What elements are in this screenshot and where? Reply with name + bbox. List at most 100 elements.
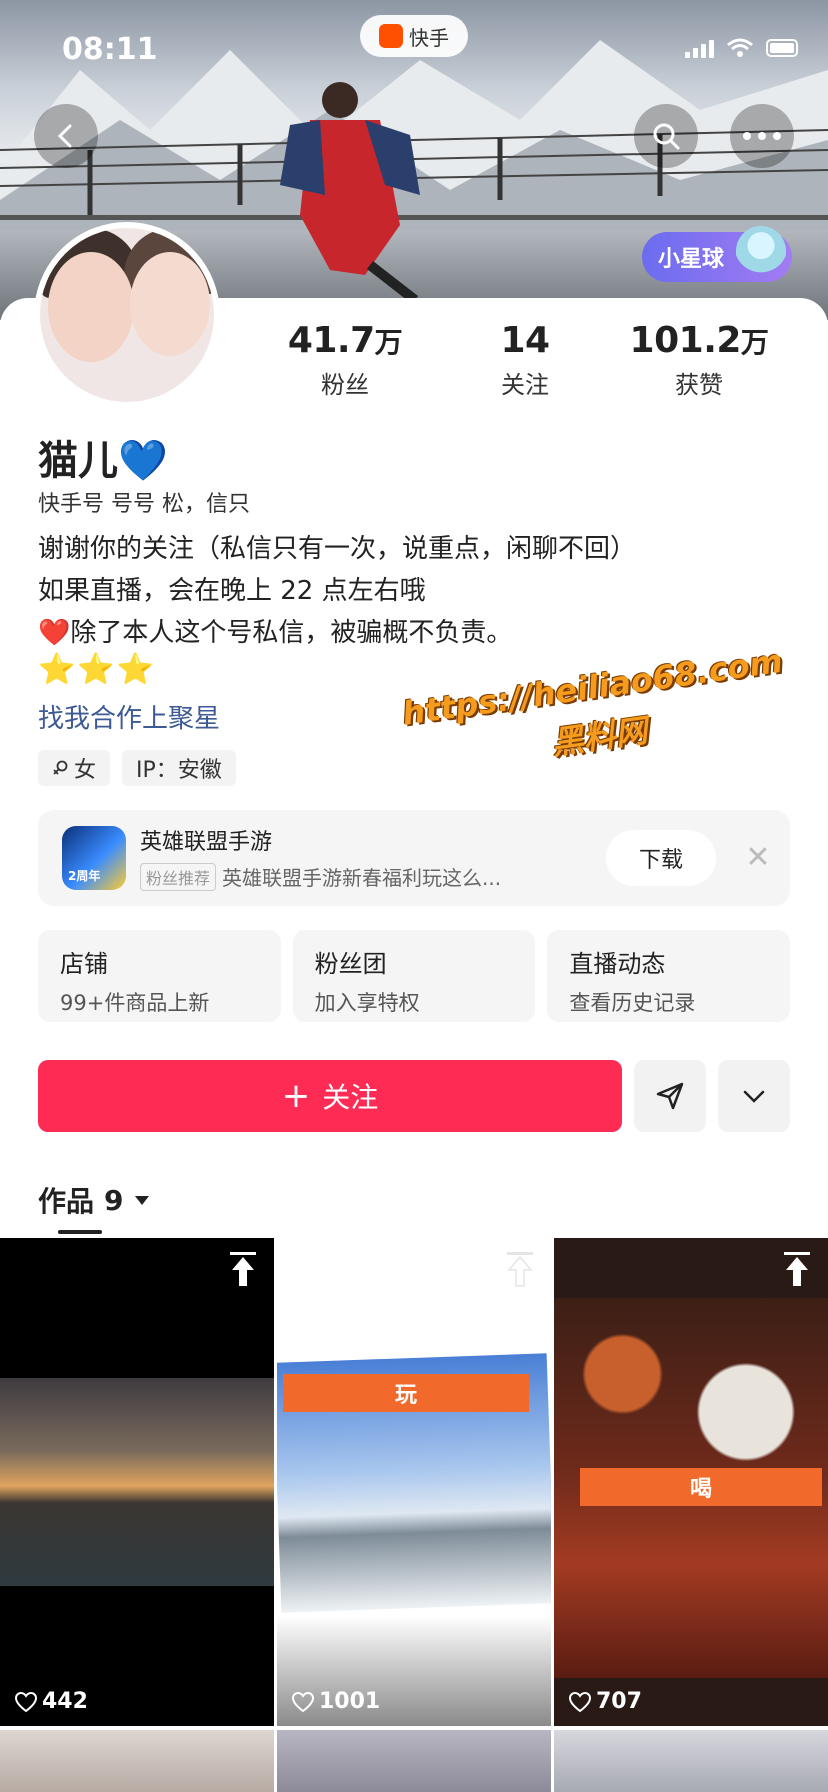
work-thumbnail xyxy=(0,1378,274,1586)
status-bar: 08:11 快手 xyxy=(0,0,828,100)
back-button[interactable] xyxy=(34,104,98,168)
star-emojis: ⭐⭐⭐ xyxy=(38,652,157,687)
works-count: 9 xyxy=(104,1183,124,1217)
app-badge: 快手 xyxy=(360,15,468,57)
feature-fan-club[interactable]: 粉丝团 加入享特权 xyxy=(292,930,536,1022)
caret-down-icon xyxy=(134,1196,149,1205)
work-item[interactable]: 喝 707 xyxy=(554,1238,828,1726)
planet-character-icon xyxy=(736,226,786,282)
game-ad-banner[interactable]: 2周年 英雄联盟手游 粉丝推荐 英雄联盟手游新春福利玩这么... 下载 ✕ xyxy=(38,810,790,906)
stat-following-number: 14 xyxy=(500,320,550,361)
avatar-face xyxy=(130,252,210,356)
stats-row: 41.7万 粉丝 14 关注 101.2万 获赞 xyxy=(260,320,800,400)
ad-description: 英雄联盟手游新春福利玩这么... xyxy=(222,866,502,890)
avatar[interactable] xyxy=(34,222,220,408)
stat-likes-label: 获赞 xyxy=(675,371,723,399)
search-icon xyxy=(653,123,680,150)
game-app-icon: 2周年 xyxy=(62,826,126,890)
plus-icon: + xyxy=(281,1076,311,1116)
heart-icon xyxy=(568,1691,592,1712)
bio-line-text: 除了本人这个号私信，被骗概不负责。 xyxy=(70,618,513,648)
bio-line: 谢谢你的关注（私信只有一次，说重点，闲聊不回） xyxy=(38,534,637,564)
chevron-down-icon xyxy=(743,1090,765,1103)
more-options-button[interactable] xyxy=(718,1060,790,1132)
feature-title: 直播动态 xyxy=(569,950,666,978)
little-planet-label: 小星球 xyxy=(658,247,725,272)
feature-cards: 店铺 99+件商品上新 粉丝团 加入享特权 直播动态 查看历史记录 xyxy=(38,930,791,1022)
more-button[interactable] xyxy=(730,104,794,168)
work-tag: 喝 xyxy=(580,1468,822,1506)
banner-person xyxy=(280,82,420,304)
avatar-face xyxy=(48,252,134,362)
tab-works[interactable]: 作品 9 xyxy=(38,1180,150,1220)
chevron-left-icon xyxy=(57,124,72,148)
stat-likes-number: 101.2 xyxy=(629,320,742,361)
profile-bio: 谢谢你的关注（私信只有一次，说重点，闲聊不回） 如果直播，会在晚上 22 点左右… xyxy=(38,528,798,654)
pinned-icon xyxy=(230,1252,256,1286)
gender-label: 女 xyxy=(74,758,97,783)
battery-icon xyxy=(766,39,798,57)
stat-following[interactable]: 14 关注 xyxy=(440,320,610,400)
female-icon xyxy=(53,760,68,775)
like-count-number: 707 xyxy=(596,1689,642,1714)
ad-download-button[interactable]: 下载 xyxy=(606,830,716,886)
kuaishou-id[interactable]: 快手号 号号 松，信只 xyxy=(38,486,250,518)
gender-tag: 女 xyxy=(38,750,111,786)
follow-label: 关注 xyxy=(322,1081,379,1114)
more-dots-icon xyxy=(743,132,781,140)
profile-tags: 女 IP：安徽 xyxy=(38,750,236,786)
close-icon[interactable]: ✕ xyxy=(738,838,778,878)
stat-following-label: 关注 xyxy=(501,371,549,399)
like-count-number: 1001 xyxy=(319,1689,381,1714)
kuaishou-logo-icon xyxy=(379,24,403,48)
feature-live-history[interactable]: 直播动态 查看历史记录 xyxy=(547,930,791,1022)
pinned-icon xyxy=(507,1252,533,1287)
status-time: 08:11 xyxy=(62,32,158,67)
like-count-number: 442 xyxy=(42,1689,88,1714)
work-tag: 玩 xyxy=(283,1374,529,1412)
work-item[interactable] xyxy=(554,1730,828,1792)
wifi-icon xyxy=(727,38,753,57)
cooperation-link[interactable]: 找我合作上聚星 xyxy=(38,698,220,735)
work-item[interactable]: 442 xyxy=(0,1238,274,1726)
work-item[interactable] xyxy=(0,1730,274,1792)
feature-subtitle: 加入享特权 xyxy=(314,991,420,1015)
feature-subtitle: 查看历史记录 xyxy=(569,991,696,1015)
like-count: 1001 xyxy=(291,1689,380,1714)
ad-badge: 粉丝推荐 xyxy=(140,862,217,891)
profile-name-text: 猫儿 xyxy=(38,438,118,484)
works-label: 作品 xyxy=(38,1185,95,1218)
stat-likes[interactable]: 101.2万 获赞 xyxy=(614,320,784,400)
work-item[interactable]: 玩 1001 xyxy=(277,1238,551,1726)
like-count: 707 xyxy=(568,1689,642,1714)
feature-title: 粉丝团 xyxy=(314,950,387,978)
feature-title: 店铺 xyxy=(60,950,108,978)
red-heart-icon: ❤️ xyxy=(38,618,71,648)
status-icons xyxy=(685,38,798,58)
bio-line: 如果直播，会在晚上 22 点左右哦 xyxy=(38,576,426,606)
stat-fans[interactable]: 41.7万 粉丝 xyxy=(260,320,430,400)
heart-icon xyxy=(291,1691,315,1712)
game-app-icon-text: 2周年 xyxy=(68,869,101,883)
message-button[interactable] xyxy=(634,1060,706,1132)
stat-fans-number: 41.7 xyxy=(287,320,375,361)
work-item[interactable] xyxy=(277,1730,551,1792)
like-count: 442 xyxy=(14,1689,88,1714)
blue-heart-icon: 💙 xyxy=(118,438,168,484)
ad-subtitle: 粉丝推荐 英雄联盟手游新春福利玩这么... xyxy=(140,862,501,891)
tab-underline xyxy=(58,1230,102,1234)
feature-subtitle: 99+件商品上新 xyxy=(60,991,210,1015)
search-button[interactable] xyxy=(634,104,698,168)
ad-title: 英雄联盟手游 xyxy=(140,830,273,855)
bio-line: ❤️除了本人这个号私信，被骗概不负责。 xyxy=(38,612,798,654)
little-planet-tag[interactable]: 小星球 xyxy=(642,226,792,282)
follow-button[interactable]: + 关注 xyxy=(38,1060,622,1132)
profile-name: 猫儿💙 xyxy=(38,428,168,486)
stat-likes-unit: 万 xyxy=(740,326,769,359)
stat-fans-label: 粉丝 xyxy=(321,371,369,399)
ip-tag: IP：安徽 xyxy=(122,750,236,786)
send-icon xyxy=(656,1082,684,1110)
signal-icon xyxy=(685,38,714,58)
pinned-icon xyxy=(784,1252,810,1286)
feature-shop[interactable]: 店铺 99+件商品上新 xyxy=(38,930,281,1022)
